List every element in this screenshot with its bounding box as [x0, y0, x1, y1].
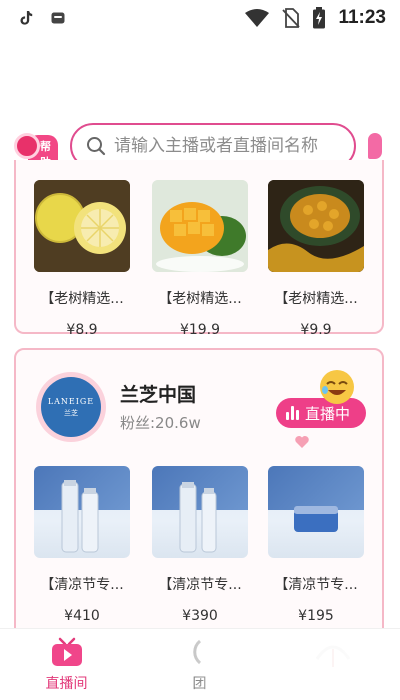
product-title: 【清凉节专... [158, 577, 242, 593]
product-price: ¥195 [298, 608, 334, 624]
store-card-laneige[interactable]: LANEIGE 兰芝 兰芝中国 粉丝:20.6w 直播中 【清凉节专... ¥4… [14, 348, 384, 648]
message-bubble-icon[interactable] [368, 133, 382, 159]
product-title: 【清凉节专... [40, 577, 124, 593]
product-title: 【老树精选... [274, 291, 358, 307]
product-price: ¥410 [64, 608, 100, 624]
product-title: 【老树精选... [40, 291, 124, 307]
product-image [268, 180, 364, 272]
product-item[interactable]: 【老树精选... ¥9.9 [268, 180, 364, 338]
product-title: 【清凉节专... [274, 577, 358, 593]
avatar-brand: LANEIGE [47, 396, 95, 406]
product-item[interactable]: 【清凉节专... ¥195 [268, 466, 364, 624]
overlay-fade [180, 630, 400, 700]
product-item[interactable]: 【清凉节专... ¥410 [34, 466, 130, 624]
product-image [34, 180, 130, 272]
search-icon [87, 137, 106, 156]
store-fans-count: 粉丝:20.6w [120, 414, 201, 432]
product-price: ¥19.9 [179, 322, 221, 338]
product-price: ¥390 [182, 608, 218, 624]
product-image [268, 466, 364, 558]
product-item[interactable]: 【清凉节专... ¥390 [152, 466, 248, 624]
wifi-icon [245, 9, 270, 27]
status-bar: 11:23 [0, 0, 400, 36]
avatar-brand-cn: 兰芝 [64, 408, 78, 417]
nav-label-live-room: 直播间 [45, 676, 88, 692]
product-item[interactable]: 【老树精选... ¥19.9 [152, 180, 248, 338]
laughing-emoji-icon [320, 370, 354, 404]
status-time: 11:23 [338, 7, 386, 28]
tv-play-icon [51, 637, 82, 666]
product-image [152, 466, 248, 558]
product-image [152, 180, 248, 272]
live-bars-icon [286, 406, 299, 420]
app-notification-icon [51, 12, 65, 24]
store-name: 兰芝中国 [120, 384, 197, 406]
heart-icon [295, 436, 309, 448]
search-input[interactable] [114, 136, 334, 156]
no-sim-icon [282, 8, 301, 28]
tiktok-icon [20, 11, 33, 25]
product-title: 【老树精选... [158, 291, 242, 307]
product-item[interactable]: 【老树精选... ¥8.9 [34, 180, 130, 338]
store-card-fruit[interactable]: 【老树精选... ¥8.9 【老树精选... ¥19.9 【老树精选... ¥9… [14, 160, 384, 338]
battery-charging-icon [313, 7, 326, 29]
product-price: ¥9.9 [300, 322, 332, 338]
avatar[interactable]: LANEIGE 兰芝 [36, 372, 106, 442]
product-price: ¥8.9 [66, 322, 98, 338]
help-icon [14, 133, 40, 159]
nav-item-live-room[interactable]: 直播间 [0, 629, 133, 700]
product-image [34, 466, 130, 558]
